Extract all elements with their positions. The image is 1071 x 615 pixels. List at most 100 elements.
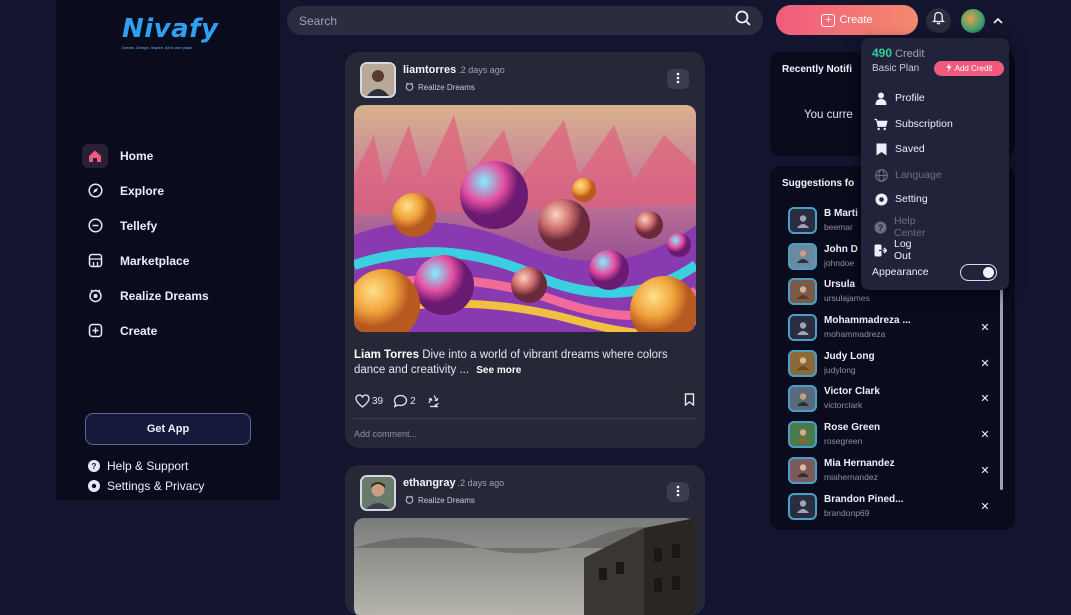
add-credit-button[interactable]: Add Credit xyxy=(934,61,1004,76)
suggestion-handle: judylong xyxy=(824,364,856,375)
post-header: liamtorres .2 days ago Realize Dreams xyxy=(345,52,705,104)
more-options-button[interactable] xyxy=(667,69,689,89)
suggestion-avatar[interactable] xyxy=(788,385,817,413)
svg-text:?: ? xyxy=(92,462,97,471)
post-card: liamtorres .2 days ago Realize Dreams Li… xyxy=(345,52,705,448)
menu-item-label: Profile xyxy=(895,92,925,104)
plus-square-icon xyxy=(82,319,108,343)
suggestion-avatar[interactable] xyxy=(788,456,817,484)
nav-label-home: Home xyxy=(120,148,154,163)
nav-label-tellefy: Tellefy xyxy=(120,218,158,233)
add-comment-input[interactable]: Add comment... xyxy=(354,418,696,439)
post-caption: Liam Torres Dive into a world of vibrant… xyxy=(354,348,694,378)
notifications-button[interactable] xyxy=(926,8,951,33)
suggestion-name[interactable]: Victor Clark xyxy=(824,386,934,397)
nav-label-explore: Explore xyxy=(120,183,165,198)
suggestion-item[interactable]: Mia Hernandez miahernandez ✕ xyxy=(786,456,1001,492)
nav-item-home[interactable]: Home xyxy=(82,138,262,173)
like-button[interactable]: 39 xyxy=(355,394,383,408)
comment-count: 2 xyxy=(410,395,416,407)
menu-item-label: Language xyxy=(895,169,942,181)
help-support-link[interactable]: ? Help & Support xyxy=(87,456,204,476)
suggestion-avatar[interactable] xyxy=(788,349,817,377)
svg-text:?: ? xyxy=(878,223,884,233)
post-time: .2 days ago xyxy=(458,65,505,75)
post-author-avatar[interactable] xyxy=(360,62,396,98)
suggestion-avatar[interactable] xyxy=(788,278,817,306)
bell-icon xyxy=(932,11,945,30)
logout-icon xyxy=(874,243,887,257)
brand-logo[interactable]: Nivafy Dream. Design. Inspire. All in on… xyxy=(122,14,222,60)
nav-label-realize-dreams: Realize Dreams xyxy=(120,288,209,303)
menu-item-setting[interactable]: Setting xyxy=(874,192,928,206)
dismiss-suggestion-close-icon[interactable]: ✕ xyxy=(978,392,992,405)
suggestion-item[interactable]: Rose Green rosegreen ✕ xyxy=(786,420,1001,456)
bookmark-icon xyxy=(874,142,888,156)
suggestion-name[interactable]: Mohammadreza ... xyxy=(824,315,934,326)
heart-icon xyxy=(355,394,370,408)
remix-button[interactable] xyxy=(426,394,444,408)
post-user-line: ethangray .2 days ago xyxy=(403,477,504,489)
dismiss-suggestion-close-icon[interactable]: ✕ xyxy=(978,500,992,513)
post-username[interactable]: liamtorres xyxy=(403,64,456,76)
dismiss-suggestion-close-icon[interactable]: ✕ xyxy=(978,464,992,477)
post-tag[interactable]: Realize Dreams xyxy=(405,82,475,93)
menu-item-profile[interactable]: Profile xyxy=(874,91,925,105)
suggestion-handle: miahernandez xyxy=(824,471,878,482)
nav-item-create[interactable]: Create xyxy=(82,313,262,348)
post-card: ethangray .2 days ago Realize Dreams xyxy=(345,465,705,615)
nav-item-explore[interactable]: Explore xyxy=(82,173,262,208)
suggestion-name[interactable]: Mia Hernandez xyxy=(824,458,934,469)
nav-label-marketplace: Marketplace xyxy=(120,253,190,268)
suggestion-avatar[interactable] xyxy=(788,492,817,520)
suggestion-avatar[interactable] xyxy=(788,207,817,234)
appearance-toggle[interactable] xyxy=(960,264,997,281)
post-image[interactable] xyxy=(354,105,696,332)
post-tag-label: Realize Dreams xyxy=(418,496,475,505)
dismiss-suggestion-close-icon[interactable]: ✕ xyxy=(978,357,992,370)
dismiss-suggestion-close-icon[interactable]: ✕ xyxy=(978,321,992,334)
settings-privacy-link[interactable]: Settings & Privacy xyxy=(87,476,204,496)
get-app-button[interactable]: Get App xyxy=(85,413,251,445)
nav-item-realize-dreams[interactable]: Realize Dreams xyxy=(82,278,262,313)
post-tag[interactable]: Realize Dreams xyxy=(405,495,475,506)
more-options-button[interactable] xyxy=(667,482,689,502)
plan-name: Basic Plan xyxy=(872,63,920,74)
post-actions: 39 2 xyxy=(355,392,695,410)
post-image[interactable] xyxy=(354,518,696,615)
search-icon[interactable] xyxy=(735,10,751,31)
nav-item-marketplace[interactable]: Marketplace xyxy=(82,243,262,278)
suggestion-avatar[interactable] xyxy=(788,314,817,342)
nav-item-tellefy[interactable]: Tellefy xyxy=(82,208,262,243)
dismiss-suggestion-close-icon[interactable]: ✕ xyxy=(978,428,992,441)
search-input[interactable] xyxy=(299,13,735,28)
suggestion-item[interactable]: Victor Clark victorclark ✕ xyxy=(786,384,1001,420)
suggestion-item[interactable]: Brandon Pined... brandonp69 ✕ xyxy=(786,492,1001,528)
bookmark-icon xyxy=(684,393,695,407)
menu-item-label: Help Center xyxy=(894,215,926,239)
nav-label-create: Create xyxy=(120,323,158,338)
suggestion-avatar[interactable] xyxy=(788,242,817,270)
suggestion-handle: ursulajames xyxy=(824,293,870,304)
menu-item-logout[interactable]: Log Out xyxy=(874,238,913,262)
create-button[interactable]: + Create xyxy=(776,5,918,35)
chevron-up-icon[interactable] xyxy=(990,13,1006,29)
suggestion-item[interactable]: Judy Long judylong ✕ xyxy=(786,349,1001,385)
menu-item-subscription[interactable]: Subscription xyxy=(874,117,953,131)
suggestion-avatar[interactable] xyxy=(788,421,817,449)
post-author-name[interactable]: Liam Torres xyxy=(354,349,419,361)
bookmark-button[interactable] xyxy=(684,393,695,409)
suggestion-item[interactable]: Mohammadreza ... mohammadreza ✕ xyxy=(786,313,1001,349)
user-avatar[interactable] xyxy=(961,9,985,33)
main-nav: Home Explore Tellefy Marketplace Realize… xyxy=(82,138,262,348)
comment-button[interactable]: 2 xyxy=(393,394,416,408)
post-username[interactable]: ethangray xyxy=(403,477,456,489)
menu-item-saved[interactable]: Saved xyxy=(874,142,925,156)
post-author-avatar[interactable] xyxy=(360,475,396,511)
suggestion-name[interactable]: Judy Long xyxy=(824,351,934,362)
see-more-link[interactable]: See more xyxy=(476,365,521,376)
suggestion-name[interactable]: Rose Green xyxy=(824,422,934,433)
suggestion-handle: brandonp69 xyxy=(824,507,870,518)
suggestions-scrollbar-thumb[interactable] xyxy=(1000,280,1003,490)
suggestion-name[interactable]: Brandon Pined... xyxy=(824,494,934,505)
